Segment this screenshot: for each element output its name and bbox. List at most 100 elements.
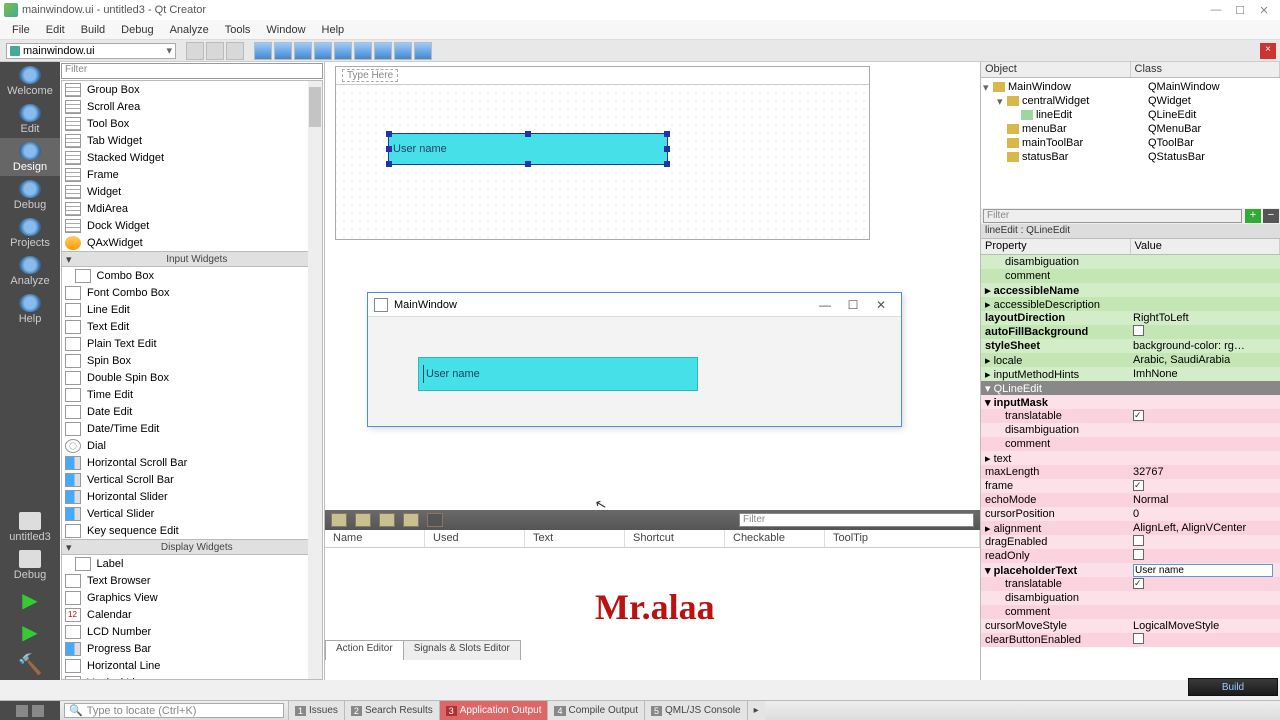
widget-scroll-area[interactable]: Scroll Area [62, 98, 322, 115]
widget-horizontal-line[interactable]: Horizontal Line [62, 657, 322, 674]
locator-input[interactable]: 🔍 Type to locate (Ctrl+K) [64, 703, 284, 718]
property-row[interactable]: ▸ accessibleDescription [981, 297, 1280, 311]
layout-btn[interactable] [294, 42, 312, 60]
widget-double-spin-box[interactable]: Double Spin Box [62, 369, 322, 386]
widget-vertical-line[interactable]: Vertical Line [62, 674, 322, 680]
form-editor[interactable]: Type Here User name [335, 66, 870, 240]
col-object[interactable]: Object [981, 62, 1131, 77]
widget-mdiarea[interactable]: MdiArea [62, 200, 322, 217]
preview-close[interactable]: ✕ [867, 298, 895, 312]
widget-horizontal-scroll-bar[interactable]: Horizontal Scroll Bar [62, 454, 322, 471]
checkbox[interactable] [1133, 410, 1144, 421]
widget-label[interactable]: Label [72, 555, 322, 572]
property-row[interactable]: maxLength32767 [981, 465, 1280, 479]
checkbox[interactable] [1133, 480, 1144, 491]
file-selector[interactable]: mainwindow.ui ▾ [6, 43, 176, 59]
widget-qaxwidget[interactable]: QAxWidget [62, 234, 322, 251]
widget-time-edit[interactable]: Time Edit [62, 386, 322, 403]
widget-key-sequence-edit[interactable]: Key sequence Edit [62, 522, 322, 539]
add-property-button[interactable]: + [1245, 209, 1261, 223]
property-list[interactable]: disambiguationcomment▸ accessibleName▸ a… [981, 255, 1280, 680]
menu-help[interactable]: Help [314, 22, 353, 38]
property-row[interactable]: ▸ alignmentAlignLeft, AlignVCenter [981, 521, 1280, 535]
layout-btn[interactable] [354, 42, 372, 60]
mode-help[interactable]: Help [0, 290, 60, 328]
type-here-placeholder[interactable]: Type Here [342, 69, 398, 82]
widget-group-box[interactable]: Group Box [62, 81, 322, 98]
action-tool-icon[interactable] [379, 513, 395, 527]
layout-btn[interactable] [314, 42, 332, 60]
object-row[interactable]: ▾centralWidgetQWidget [983, 94, 1278, 108]
build-button[interactable]: Build [1188, 678, 1278, 696]
preview-lineedit[interactable]: User name [418, 357, 698, 391]
property-row[interactable]: disambiguation [981, 591, 1280, 605]
widget-spin-box[interactable]: Spin Box [62, 352, 322, 369]
col-shortcut[interactable]: Shortcut [625, 530, 725, 547]
property-row[interactable]: comment [981, 605, 1280, 619]
action-filter[interactable]: Filter [739, 513, 974, 527]
property-row[interactable]: ▸ accessibleName [981, 283, 1280, 297]
widget-dock-widget[interactable]: Dock Widget [62, 217, 322, 234]
col-text[interactable]: Text [525, 530, 625, 547]
widget-calendar[interactable]: Calendar [62, 606, 322, 623]
col-property[interactable]: Property [981, 239, 1131, 254]
layout-btn[interactable] [414, 42, 432, 60]
debug-run-button[interactable]: ▶ [15, 620, 45, 644]
property-row[interactable]: translatable [981, 409, 1280, 423]
placeholder-text-input[interactable] [1133, 564, 1273, 577]
property-row[interactable]: dragEnabled [981, 535, 1280, 549]
property-row[interactable]: ▾ QLineEdit [981, 381, 1280, 395]
menu-build[interactable]: Build [73, 22, 113, 38]
layout-btn[interactable] [274, 42, 292, 60]
mode-analyze[interactable]: Analyze [0, 252, 60, 290]
widget-stacked-widget[interactable]: Stacked Widget [62, 149, 322, 166]
scrollbar[interactable] [308, 81, 322, 679]
col-value[interactable]: Value [1131, 239, 1280, 254]
action-tool-icon[interactable] [403, 513, 419, 527]
widget-tab-widget[interactable]: Tab Widget [62, 132, 322, 149]
property-row[interactable]: ▸ localeArabic, SaudiArabia [981, 353, 1280, 367]
widget-dial[interactable]: Dial [62, 437, 322, 454]
col-checkable[interactable]: Checkable [725, 530, 825, 547]
preview-minimize[interactable]: — [811, 298, 839, 312]
object-row[interactable]: statusBarQStatusBar [983, 150, 1278, 164]
output-tab-compile-output[interactable]: 4Compile Output [547, 701, 644, 720]
resize-handle[interactable] [664, 161, 670, 167]
mode-debug[interactable]: Debug [0, 176, 60, 214]
widget-plain-text-edit[interactable]: Plain Text Edit [62, 335, 322, 352]
checkbox[interactable] [1133, 549, 1144, 560]
kit-debug[interactable]: Debug [0, 546, 60, 584]
widget-horizontal-slider[interactable]: Horizontal Slider [62, 488, 322, 505]
menu-file[interactable]: File [4, 22, 38, 38]
property-row[interactable]: disambiguation [981, 255, 1280, 269]
menu-edit[interactable]: Edit [38, 22, 73, 38]
close-editor-button[interactable]: × [1260, 43, 1276, 59]
widget-text-edit[interactable]: Text Edit [62, 318, 322, 335]
resize-handle[interactable] [664, 131, 670, 137]
widget-widget[interactable]: Widget [62, 183, 322, 200]
widget-date/time-edit[interactable]: Date/Time Edit [62, 420, 322, 437]
widget-tool-box[interactable]: Tool Box [62, 115, 322, 132]
preview-titlebar[interactable]: MainWindow — ☐ ✕ [368, 293, 901, 317]
more-outputs[interactable]: ▸ [747, 701, 765, 720]
property-row[interactable]: cursorPosition0 [981, 507, 1280, 521]
widget-vertical-slider[interactable]: Vertical Slider [62, 505, 322, 522]
close-button[interactable]: ✕ [1252, 4, 1276, 17]
mode-design[interactable]: Design [0, 138, 60, 176]
property-row[interactable]: disambiguation [981, 423, 1280, 437]
property-row[interactable]: ▾ inputMask [981, 395, 1280, 409]
widget-date-edit[interactable]: Date Edit [62, 403, 322, 420]
minimize-button[interactable]: — [1204, 4, 1228, 16]
object-row[interactable]: mainToolBarQToolBar [983, 136, 1278, 150]
widget-vertical-scroll-bar[interactable]: Vertical Scroll Bar [62, 471, 322, 488]
object-row[interactable]: ▾MainWindowQMainWindow [983, 80, 1278, 94]
property-row[interactable]: readOnly [981, 549, 1280, 563]
property-row[interactable]: comment [981, 437, 1280, 451]
property-row[interactable]: translatable [981, 577, 1280, 591]
tool-btn[interactable] [226, 42, 244, 60]
property-row[interactable]: ▸ text [981, 451, 1280, 465]
property-row[interactable]: styleSheetbackground-color: rg… [981, 339, 1280, 353]
resize-handle[interactable] [386, 131, 392, 137]
action-tool-icon[interactable] [355, 513, 371, 527]
object-row[interactable]: lineEditQLineEdit [983, 108, 1278, 122]
